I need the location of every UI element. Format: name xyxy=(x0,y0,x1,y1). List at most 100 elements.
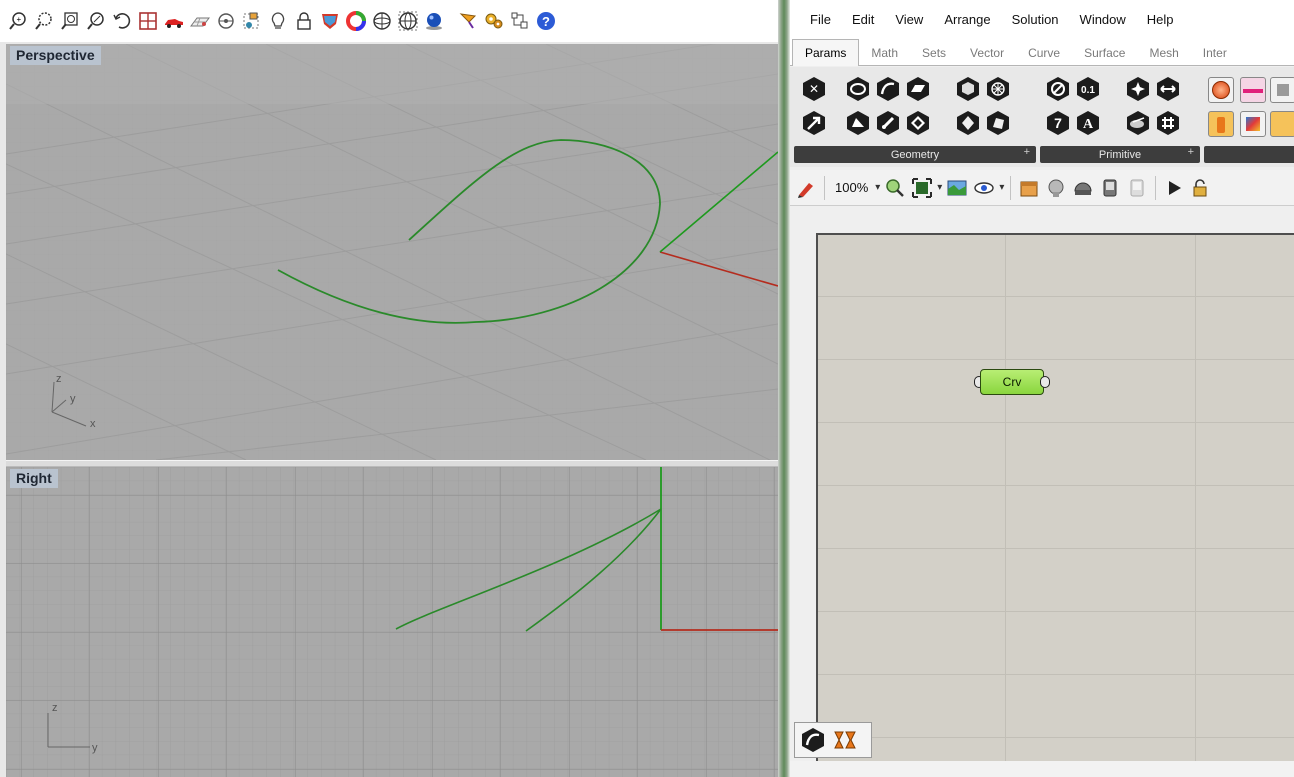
param-brep-icon[interactable] xyxy=(954,75,982,103)
car-icon[interactable] xyxy=(162,9,186,33)
blue-sphere-icon[interactable] xyxy=(422,9,446,33)
panel-input-title[interactable] xyxy=(1204,146,1294,163)
zoom-extents-dropdown-arrow[interactable]: ▾ xyxy=(937,182,942,193)
layout-grid-icon[interactable] xyxy=(508,9,532,33)
input-colour-swatch-icon[interactable] xyxy=(1240,111,1266,137)
param-vector-icon[interactable] xyxy=(800,109,828,137)
new-document-icon[interactable] xyxy=(794,176,818,200)
run-play-icon[interactable] xyxy=(1162,176,1186,200)
viewport-splitter[interactable] xyxy=(6,460,778,467)
four-viewports-icon[interactable] xyxy=(136,9,160,33)
param-domain-icon[interactable] xyxy=(1154,75,1182,103)
tab-params[interactable]: Params xyxy=(792,39,860,66)
zoom-extents-icon[interactable]: + xyxy=(6,9,30,33)
param-circle-icon[interactable] xyxy=(844,75,872,103)
tab-sets[interactable]: Sets xyxy=(910,41,958,65)
disabled-toggle-icon[interactable] xyxy=(1125,176,1149,200)
perspective-viewport-title[interactable]: Perspective xyxy=(10,46,101,65)
zoom-dynamic-icon[interactable] xyxy=(84,9,108,33)
tab-vector[interactable]: Vector xyxy=(958,41,1016,65)
tab-math[interactable]: Math xyxy=(859,41,910,65)
param-point-icon[interactable]: ✕ xyxy=(800,75,828,103)
gh-tab-strip: Params Math Sets Vector Curve Surface Me… xyxy=(790,38,1294,66)
sphere-wire-icon[interactable] xyxy=(370,9,394,33)
zoom-dropdown-arrow[interactable]: ▾ xyxy=(875,182,880,193)
param-mesh-icon[interactable] xyxy=(984,75,1012,103)
menu-help[interactable]: Help xyxy=(1147,12,1174,27)
zoom-window-icon[interactable] xyxy=(32,9,56,33)
rotate-view-icon[interactable] xyxy=(110,9,134,33)
panel-geometry-title[interactable]: Geometry + xyxy=(794,146,1036,163)
curve-param-widget-icon[interactable] xyxy=(799,726,827,754)
input-panel-icon[interactable] xyxy=(1270,77,1294,103)
menu-view[interactable]: View xyxy=(895,12,923,27)
curve-parameter-component[interactable]: Crv xyxy=(974,369,1050,395)
param-plane-icon[interactable] xyxy=(874,109,902,137)
solution-toggle-icon[interactable] xyxy=(1098,176,1122,200)
param-matrix-icon[interactable] xyxy=(1154,109,1182,137)
tab-curve[interactable]: Curve xyxy=(1016,41,1072,65)
param-shader-icon[interactable] xyxy=(1124,109,1152,137)
preview-eye-icon[interactable] xyxy=(972,176,996,200)
curve-component-label: Crv xyxy=(1002,375,1022,389)
panel-geometry-expand[interactable]: + xyxy=(1024,146,1030,158)
window-split-bar[interactable] xyxy=(778,0,790,777)
zoom-extents-canvas-icon[interactable] xyxy=(910,176,934,200)
menu-arrange[interactable]: Arrange xyxy=(944,12,990,27)
named-views-map-icon[interactable] xyxy=(945,176,969,200)
sketch-head-icon[interactable] xyxy=(1044,176,1068,200)
menu-edit[interactable]: Edit xyxy=(852,12,874,27)
light-bulb-icon[interactable] xyxy=(266,9,290,33)
zoom-level-field[interactable]: 100% xyxy=(831,180,872,195)
lock-icon[interactable] xyxy=(292,9,316,33)
param-integer-icon[interactable]: 0.1 xyxy=(1074,75,1102,103)
param-text-icon[interactable]: A xyxy=(1074,109,1102,137)
zoom-canvas-icon[interactable] xyxy=(883,176,907,200)
cluster-widget-icon[interactable] xyxy=(831,726,859,754)
color-wheel-icon[interactable] xyxy=(344,9,368,33)
param-group-icon[interactable] xyxy=(984,109,1012,137)
panel-primitive-expand[interactable]: + xyxy=(1188,146,1194,158)
panel-primitive-title[interactable]: Primitive + xyxy=(1040,146,1200,163)
perspective-viewport[interactable]: z y x Perspective xyxy=(6,44,778,460)
input-slider-icon[interactable] xyxy=(1240,77,1266,103)
sphere-mesh-icon[interactable] xyxy=(396,9,420,33)
gear-options-icon[interactable] xyxy=(482,9,506,33)
menu-window[interactable]: Window xyxy=(1080,12,1126,27)
pen-select-icon[interactable] xyxy=(456,9,480,33)
curve-component-body[interactable]: Crv xyxy=(980,369,1044,395)
grid-plane-icon[interactable] xyxy=(188,9,212,33)
tab-mesh[interactable]: Mesh xyxy=(1137,41,1190,65)
right-viewport[interactable]: z y Right xyxy=(6,467,778,777)
lock-solver-icon[interactable] xyxy=(1189,176,1213,200)
tab-surface[interactable]: Surface xyxy=(1072,41,1137,65)
canvas-gridline xyxy=(818,296,1294,297)
param-number-icon[interactable]: 7 xyxy=(1044,109,1072,137)
input-toggle-icon[interactable] xyxy=(1208,77,1234,103)
svg-text:✕: ✕ xyxy=(809,82,819,96)
rhino-toolbar: + ? xyxy=(0,0,781,42)
curve-output-grip[interactable] xyxy=(1040,376,1050,388)
point-on-icon[interactable] xyxy=(214,9,238,33)
param-boolean-icon[interactable] xyxy=(1044,75,1072,103)
param-geometry-icon[interactable] xyxy=(954,109,982,137)
param-surface-icon[interactable] xyxy=(904,75,932,103)
help-icon[interactable]: ? xyxy=(534,9,558,33)
menu-solution[interactable]: Solution xyxy=(1012,12,1059,27)
input-graph-icon[interactable] xyxy=(1208,111,1234,137)
param-colour-icon[interactable] xyxy=(1124,75,1152,103)
param-curve-icon[interactable] xyxy=(874,75,902,103)
zoom-selected-icon[interactable] xyxy=(58,9,82,33)
preview-dropdown-arrow[interactable]: ▾ xyxy=(999,182,1004,193)
render-shield-icon[interactable] xyxy=(318,9,342,33)
bake-box-icon[interactable] xyxy=(1017,176,1041,200)
input-value-list-icon[interactable] xyxy=(1270,111,1294,137)
shaded-point-icon[interactable] xyxy=(240,9,264,33)
display-helmet-icon[interactable] xyxy=(1071,176,1095,200)
param-box-icon[interactable] xyxy=(904,109,932,137)
right-viewport-title[interactable]: Right xyxy=(10,469,58,488)
gh-canvas[interactable]: Crv xyxy=(816,233,1294,777)
menu-file[interactable]: File xyxy=(810,12,831,27)
tab-intersect[interactable]: Inter xyxy=(1191,41,1239,65)
param-line-icon[interactable] xyxy=(844,109,872,137)
